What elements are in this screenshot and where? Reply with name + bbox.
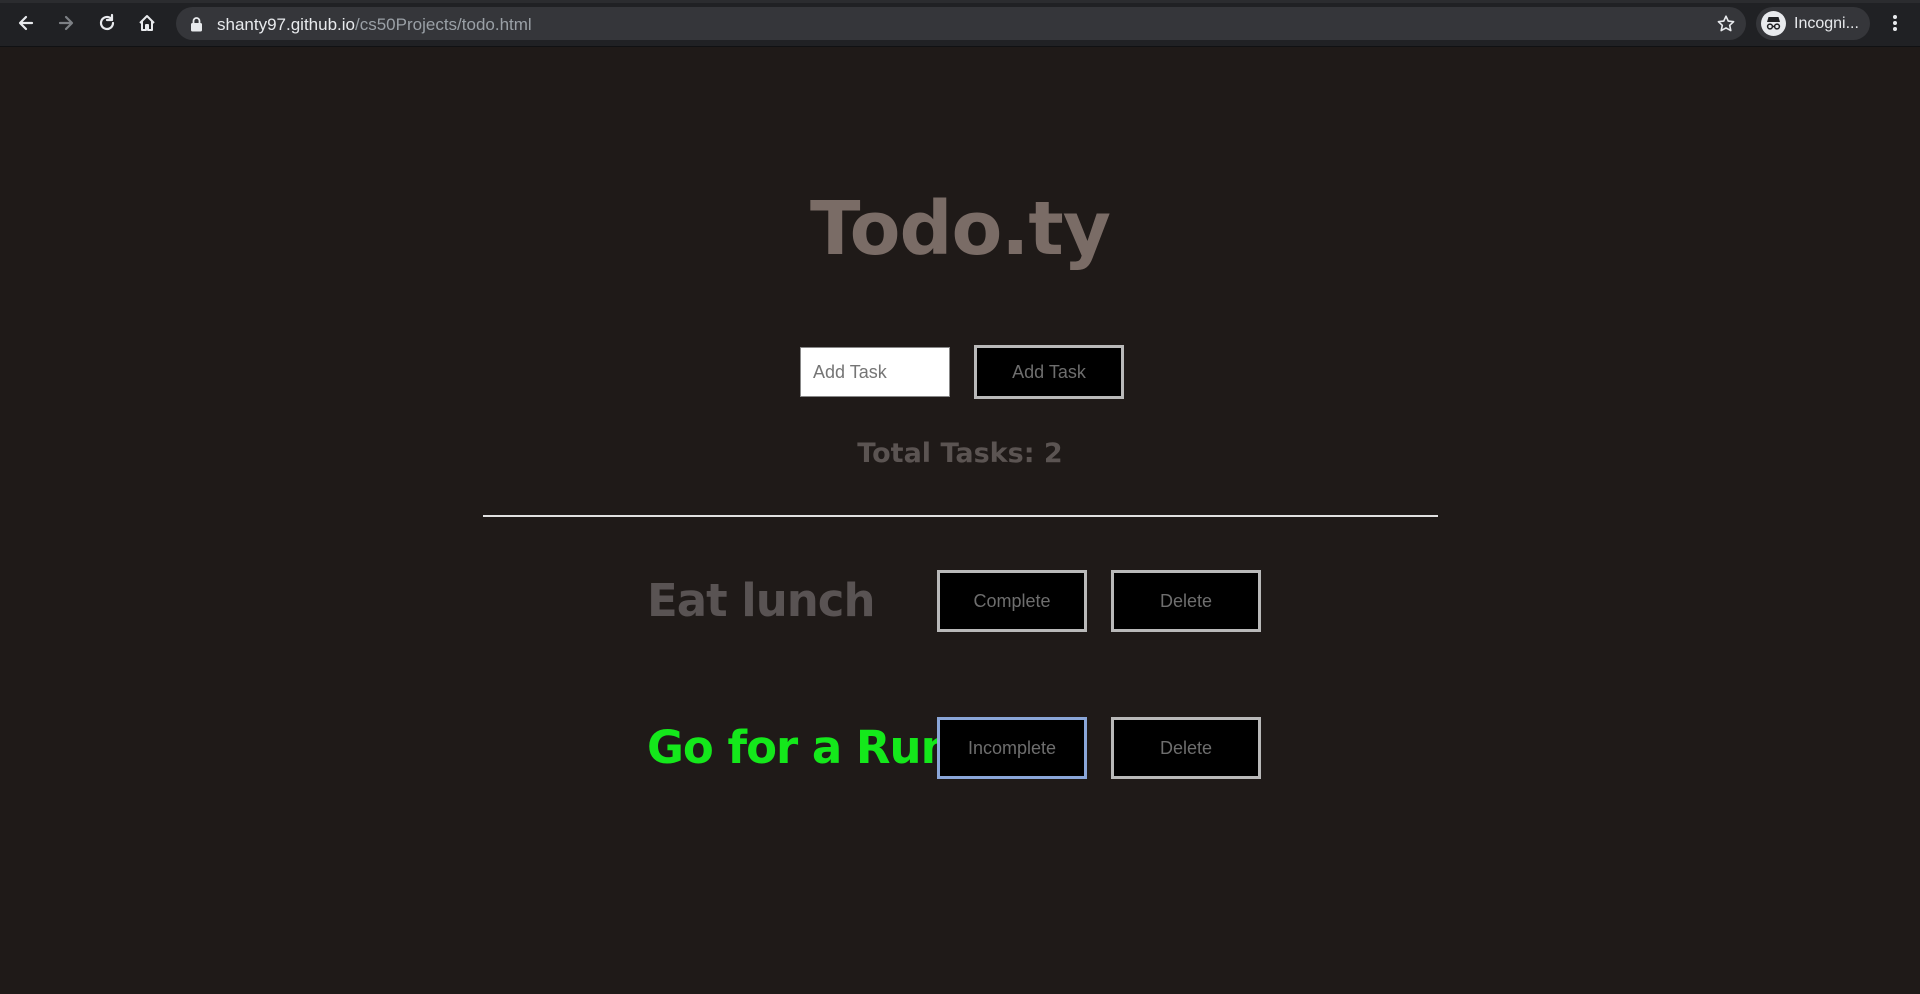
app-title: Todo.ty: [809, 186, 1111, 272]
incognito-profile-button[interactable]: Incogni...: [1756, 7, 1870, 40]
reload-icon[interactable]: [92, 8, 122, 38]
incomplete-button[interactable]: Incomplete: [937, 717, 1087, 779]
task-name: Go for a Run: [647, 721, 953, 774]
delete-button[interactable]: Delete: [1111, 717, 1261, 779]
add-task-input[interactable]: [800, 347, 950, 397]
tab-strip-edge: [0, 0, 1920, 3]
url-path: /cs50Projects/todo.html: [355, 15, 532, 34]
home-icon[interactable]: [132, 8, 162, 38]
browser-toolbar: shanty97.github.io/cs50Projects/todo.htm…: [0, 0, 1920, 47]
profile-label: Incogni...: [1794, 15, 1859, 32]
url-host: shanty97.github.io: [217, 15, 355, 34]
divider: [483, 515, 1438, 517]
lock-icon[interactable]: [190, 16, 203, 37]
back-icon[interactable]: [11, 8, 41, 38]
total-tasks-count: Total Tasks: 2: [857, 438, 1063, 469]
url-text[interactable]: shanty97.github.io/cs50Projects/todo.htm…: [217, 15, 532, 35]
more-menu-icon[interactable]: [1880, 8, 1910, 38]
forward-icon[interactable]: [51, 8, 81, 38]
add-task-button[interactable]: Add Task: [974, 345, 1124, 399]
address-bar[interactable]: shanty97.github.io/cs50Projects/todo.htm…: [176, 7, 1746, 40]
complete-button[interactable]: Complete: [937, 570, 1087, 632]
task-name: Eat lunch: [647, 574, 875, 627]
bookmark-star-icon[interactable]: [1716, 14, 1736, 39]
delete-button[interactable]: Delete: [1111, 570, 1261, 632]
incognito-icon: [1761, 11, 1786, 36]
